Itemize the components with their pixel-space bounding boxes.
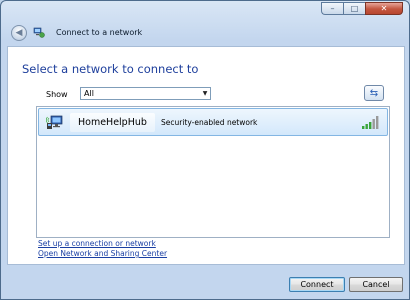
caption-buttons: – □ ✕ (321, 2, 403, 15)
back-arrow-icon: ◀ (15, 28, 23, 38)
dialog-window: – □ ✕ ◀ Connect to a network Select a ne… (0, 0, 410, 300)
show-label: Show (46, 90, 68, 99)
window-title: Connect to a network (56, 28, 143, 37)
refresh-button[interactable]: ⇆ (364, 85, 384, 101)
show-filter-value: All (84, 89, 94, 98)
refresh-icon: ⇆ (369, 87, 379, 99)
minimize-button[interactable]: – (321, 2, 343, 15)
cancel-button[interactable]: Cancel (349, 277, 403, 292)
network-list[interactable]: HomeHelpHub Security-enabled network (36, 106, 390, 238)
network-row[interactable]: HomeHelpHub Security-enabled network (38, 108, 388, 136)
connect-button[interactable]: Connect (289, 277, 345, 292)
back-button[interactable]: ◀ (11, 25, 27, 41)
page-heading: Select a network to connect to (22, 62, 199, 76)
setup-connection-link[interactable]: Set up a connection or network (38, 239, 156, 248)
network-sharing-center-link[interactable]: Open Network and Sharing Center (38, 249, 167, 258)
chevron-down-icon: ▼ (202, 90, 208, 97)
maximize-button[interactable]: □ (343, 2, 365, 15)
content-panel: Select a network to connect to Show All … (7, 46, 405, 265)
close-button[interactable]: ✕ (365, 2, 403, 15)
network-wizard-icon (33, 27, 45, 38)
show-filter-dropdown[interactable]: All ▼ (80, 87, 211, 100)
signal-strength-icon (362, 116, 379, 129)
wireless-network-icon (46, 115, 63, 129)
network-security-label: Security-enabled network (161, 118, 258, 127)
network-name: HomeHelpHub (70, 113, 155, 132)
